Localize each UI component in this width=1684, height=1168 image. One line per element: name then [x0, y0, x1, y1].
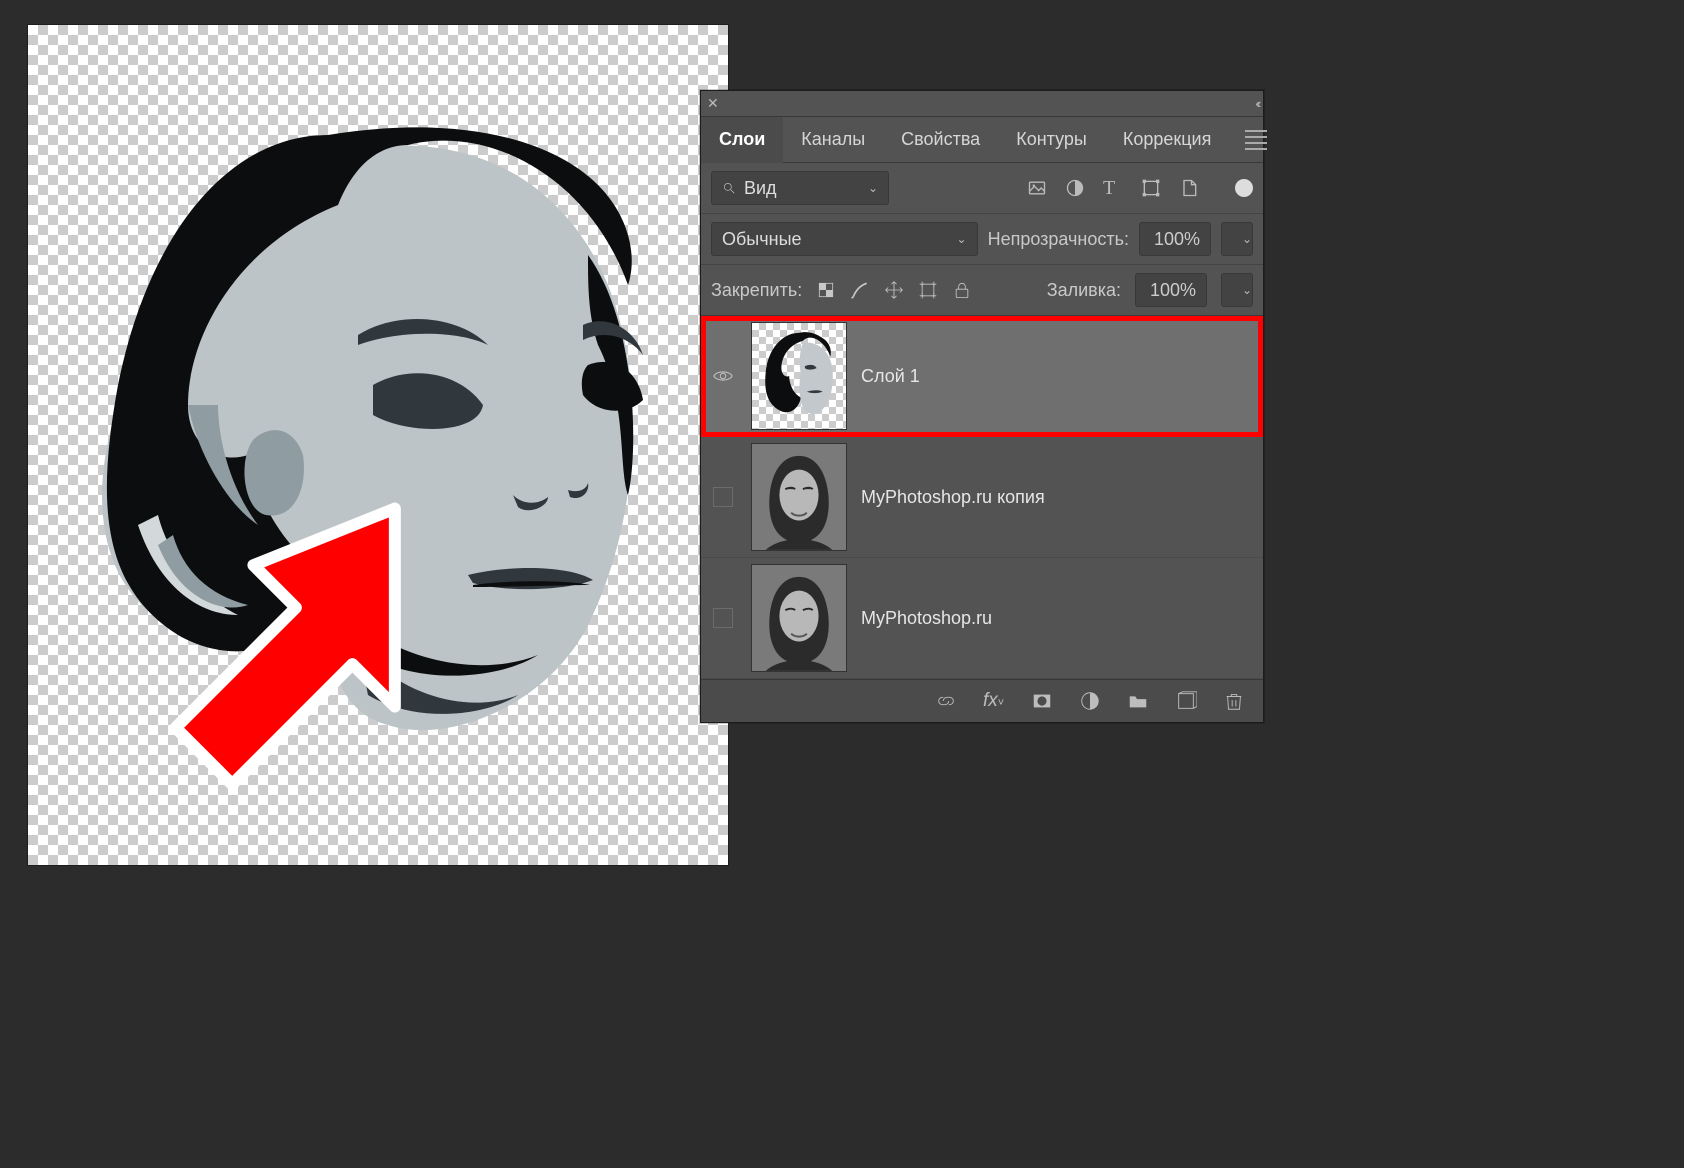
layer-filter-kind[interactable]: Вид ⌄: [711, 171, 889, 205]
layer-visibility-toggle[interactable]: [709, 365, 737, 387]
document-canvas[interactable]: [28, 25, 728, 865]
chevron-down-icon: ⌄: [957, 232, 967, 246]
layer-filter-label: Вид: [744, 178, 777, 199]
tab-paths[interactable]: Контуры: [998, 117, 1105, 163]
layers-list: Слой 1 MyPhotoshop.ru копия: [701, 316, 1263, 679]
layer-thumbnail[interactable]: [751, 564, 847, 672]
layer-mask-icon[interactable]: [1031, 690, 1053, 712]
filter-type-icon[interactable]: T: [1103, 178, 1123, 198]
layer-name[interactable]: Слой 1: [861, 366, 920, 387]
layer-row[interactable]: MyPhotoshop.ru: [701, 558, 1263, 679]
delete-layer-icon[interactable]: [1223, 690, 1245, 712]
tab-adjustments[interactable]: Коррекция: [1105, 117, 1230, 163]
lock-all-icon[interactable]: [952, 280, 972, 300]
tab-layers[interactable]: Слои: [701, 117, 783, 163]
fill-value[interactable]: 100%: [1135, 273, 1207, 307]
filter-toggle[interactable]: [1235, 179, 1253, 197]
layer-name[interactable]: MyPhotoshop.ru: [861, 608, 992, 629]
filter-smartobject-icon[interactable]: [1179, 178, 1199, 198]
lock-transparency-icon[interactable]: [816, 280, 836, 300]
layer-thumbnail[interactable]: [751, 322, 847, 430]
layer-row[interactable]: Слой 1: [701, 316, 1263, 437]
new-layer-icon[interactable]: [1175, 690, 1197, 712]
layers-footer: fx˅: [701, 679, 1263, 722]
adjustment-layer-icon[interactable]: [1079, 690, 1101, 712]
filter-pixel-icon[interactable]: [1027, 178, 1047, 198]
tab-channels[interactable]: Каналы: [783, 117, 883, 163]
opacity-slider-toggle[interactable]: ⌄: [1221, 222, 1253, 256]
layer-visibility-toggle[interactable]: [709, 608, 737, 628]
link-layers-icon[interactable]: [935, 690, 957, 712]
lock-position-icon[interactable]: [884, 280, 904, 300]
panel-close-icon[interactable]: ✕: [707, 95, 719, 112]
panel-tabs: Слои Каналы Свойства Контуры Коррекция: [701, 117, 1263, 163]
lock-label: Закрепить:: [711, 280, 802, 301]
filter-adjustment-icon[interactable]: [1065, 178, 1085, 198]
layer-thumbnail[interactable]: [751, 443, 847, 551]
layer-visibility-toggle[interactable]: [709, 487, 737, 507]
group-layers-icon[interactable]: [1127, 690, 1149, 712]
opacity-value[interactable]: 100%: [1139, 222, 1211, 256]
layer-row[interactable]: MyPhotoshop.ru копия: [701, 437, 1263, 558]
blend-mode-select[interactable]: Обычные ⌄: [711, 222, 978, 256]
opacity-label: Непрозрачность:: [988, 229, 1129, 250]
fill-slider-toggle[interactable]: ⌄: [1221, 273, 1253, 307]
lock-pixels-icon[interactable]: [850, 280, 870, 300]
layer-style-icon[interactable]: fx˅: [983, 690, 1005, 712]
canvas-artwork: [28, 25, 728, 865]
tab-properties[interactable]: Свойства: [883, 117, 998, 163]
filter-shape-icon[interactable]: [1141, 178, 1161, 198]
panel-menu-icon[interactable]: [1229, 130, 1283, 150]
chevron-down-icon: ⌄: [868, 181, 878, 195]
layers-panel: ✕ ‹‹ Слои Каналы Свойства Контуры Коррек…: [700, 90, 1264, 723]
lock-artboard-icon[interactable]: [918, 280, 938, 300]
layer-name[interactable]: MyPhotoshop.ru копия: [861, 487, 1045, 508]
fill-label: Заливка:: [1047, 280, 1121, 301]
